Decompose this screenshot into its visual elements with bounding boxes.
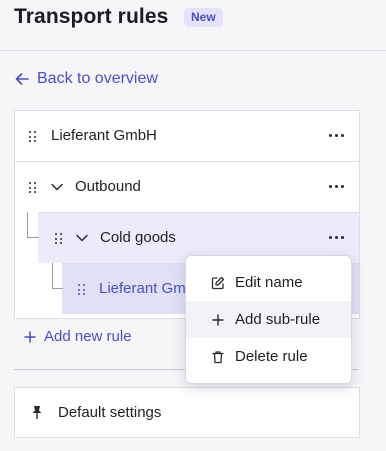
rule-label: Cold goods	[100, 229, 176, 246]
rule-row-outbound[interactable]: Outbound	[15, 162, 359, 212]
drag-handle-icon[interactable]	[78, 284, 88, 296]
rule-context-menu: Edit name Add sub-rule Delete rule	[185, 255, 352, 384]
back-link-label: Back to overview	[37, 70, 158, 87]
drag-handle-icon[interactable]	[29, 182, 39, 194]
new-badge: New	[184, 8, 223, 27]
plus-icon	[212, 313, 224, 326]
rule-label: Outbound	[75, 178, 141, 195]
menu-item-delete-rule[interactable]: Delete rule	[186, 338, 351, 375]
rule-row-lieferant[interactable]: Lieferant GmbH	[15, 111, 359, 161]
add-new-rule-button[interactable]: Add new rule	[24, 328, 132, 345]
add-rule-label: Add new rule	[44, 328, 132, 345]
menu-item-add-sub-rule[interactable]: Add sub-rule	[186, 301, 351, 338]
plus-icon	[24, 330, 36, 343]
default-settings-label: Default settings	[58, 404, 162, 421]
menu-item-label: Add sub-rule	[235, 311, 321, 328]
page-title: Transport rules	[14, 5, 169, 28]
arrow-left-icon	[15, 73, 29, 85]
drag-handle-icon[interactable]	[55, 233, 65, 245]
trash-icon	[212, 350, 224, 363]
more-options-icon[interactable]	[329, 185, 345, 189]
more-options-icon[interactable]	[329, 134, 345, 138]
chevron-down-icon[interactable]	[75, 231, 89, 245]
menu-item-edit-name[interactable]: Edit name	[186, 264, 351, 301]
more-options-icon[interactable]	[329, 236, 345, 240]
rule-label: Lieferant Gm	[99, 280, 186, 297]
rule-label: Lieferant GmbH	[51, 127, 157, 144]
page-header: Transport rules New	[0, 0, 386, 51]
drag-handle-icon[interactable]	[29, 131, 39, 143]
default-settings-row[interactable]: Default settings	[14, 387, 360, 438]
back-to-overview-link[interactable]: Back to overview	[14, 70, 158, 88]
edit-icon	[211, 276, 225, 289]
menu-item-label: Edit name	[235, 274, 303, 291]
chevron-down-icon[interactable]	[50, 180, 64, 194]
pin-icon	[32, 406, 42, 419]
menu-item-label: Delete rule	[235, 348, 308, 365]
